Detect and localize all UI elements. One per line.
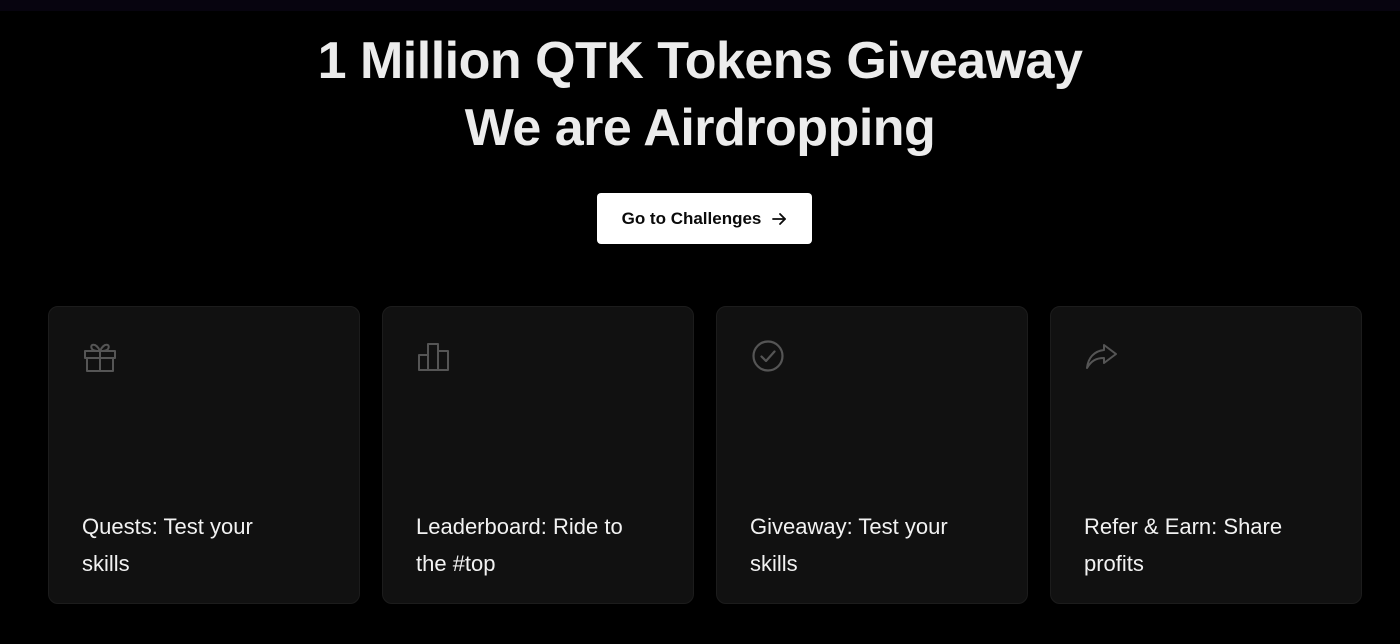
card-label: Giveaway: Test your skills [750,514,948,576]
check-circle-icon [752,340,784,372]
card-label: Leaderboard: Ride to the #top [416,514,623,576]
gift-icon [84,343,116,372]
card-quests[interactable]: Quests: Test your skills [48,306,360,604]
cta-label: Go to Challenges [621,208,762,228]
share-forward-icon [1086,344,1117,369]
card-refer-earn[interactable]: Refer & Earn: Share profits [1050,306,1362,604]
card-label: Refer & Earn: Share profits [1084,514,1283,576]
card-label: Quests: Test your skills [82,514,253,576]
hero-headline: 1 Million QTK Tokens Giveaway We are Air… [0,28,1400,162]
bar-chart-icon [418,343,449,371]
arrow-right-icon [772,212,787,225]
card-giveaway[interactable]: Giveaway: Test your skills [716,306,1028,604]
card-leaderboard[interactable]: Leaderboard: Ride to the #top [382,306,694,604]
headline-line-2: We are Airdropping [464,99,936,157]
go-to-challenges-button[interactable]: Go to Challenges [597,193,812,244]
headline-line-1: 1 Million QTK Tokens Giveaway [317,32,1083,90]
top-strip [0,0,1400,11]
feature-cards: Quests: Test your skills Leaderboard: Ri… [48,306,1362,604]
hero-section: 1 Million QTK Tokens Giveaway We are Air… [0,28,1400,162]
